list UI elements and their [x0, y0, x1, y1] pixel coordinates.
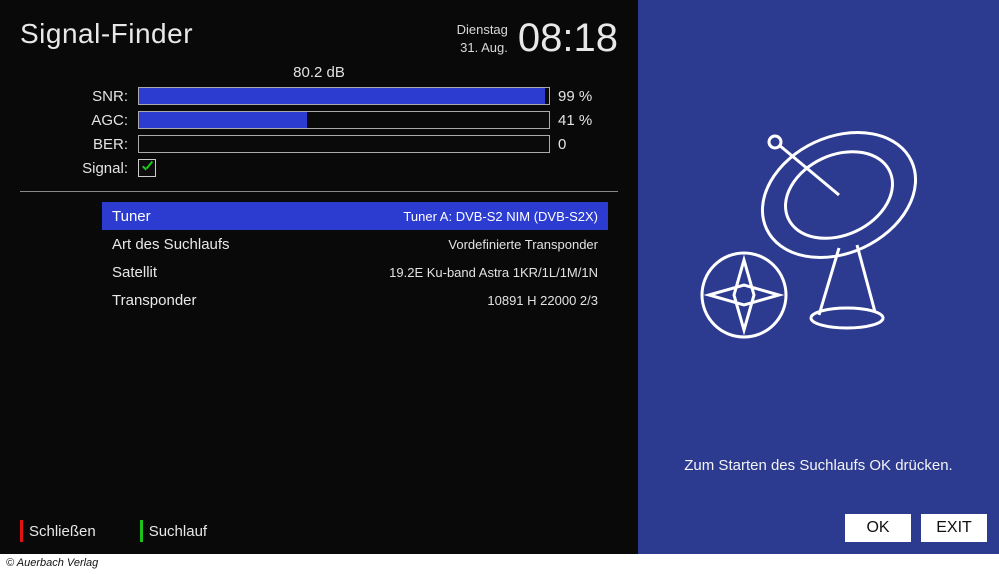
satellite-dish-icon	[638, 100, 999, 360]
setting-label: Transponder	[112, 292, 197, 309]
settings-list: Tuner Tuner A: DVB-S2 NIM (DVB-S2X) Art …	[102, 202, 608, 314]
signal-label: Signal:	[20, 160, 130, 177]
db-value: 80.2 dB	[20, 64, 618, 81]
red-key-icon	[20, 520, 23, 542]
hint-green-label: Suchlauf	[149, 523, 207, 540]
signal-ok-checkbox	[138, 159, 156, 177]
ber-label: BER:	[20, 136, 130, 153]
exit-button[interactable]: EXIT	[921, 514, 987, 542]
snr-meter: SNR: 99 %	[20, 87, 618, 105]
signal-finder-panel: Signal-Finder Dienstag 31. Aug. 08:18 80…	[0, 0, 638, 554]
date: 31. Aug.	[457, 39, 508, 57]
setting-value: Vordefinierte Transponder	[448, 237, 598, 252]
agc-fill	[139, 112, 307, 128]
snr-bar	[138, 87, 550, 105]
snr-label: SNR:	[20, 88, 130, 105]
setting-value: Tuner A: DVB-S2 NIM (DVB-S2X)	[403, 209, 598, 224]
ber-bar	[138, 135, 550, 153]
setting-row-transponder[interactable]: Transponder 10891 H 22000 2/3	[102, 286, 608, 314]
signal-meters: 80.2 dB SNR: 99 % AGC: 41 % BER: 0 Signa…	[20, 64, 618, 177]
hint-red-label: Schließen	[29, 523, 96, 540]
ber-meter: BER: 0	[20, 135, 618, 153]
instruction-text: Zum Starten des Suchlaufs OK drücken.	[638, 457, 999, 474]
page-title: Signal-Finder	[20, 18, 193, 50]
setting-value: 10891 H 22000 2/3	[487, 293, 598, 308]
copyright-footer: © Auerbach Verlag	[0, 554, 999, 574]
setting-label: Tuner	[112, 208, 151, 225]
setting-row-satellite[interactable]: Satellit 19.2E Ku-band Astra 1KR/1L/1M/1…	[102, 258, 608, 286]
weekday: Dienstag	[457, 21, 508, 39]
hint-green: Suchlauf	[140, 520, 207, 542]
snr-fill	[139, 88, 545, 104]
setting-label: Satellit	[112, 264, 157, 281]
setting-row-scan-type[interactable]: Art des Suchlaufs Vordefinierte Transpon…	[102, 230, 608, 258]
agc-bar	[138, 111, 550, 129]
divider	[20, 191, 618, 192]
setting-label: Art des Suchlaufs	[112, 236, 230, 253]
ok-button[interactable]: OK	[845, 514, 911, 542]
ber-value: 0	[558, 136, 618, 153]
agc-value: 41 %	[558, 112, 618, 129]
info-panel: Zum Starten des Suchlaufs OK drücken. OK…	[638, 0, 999, 554]
setting-value: 19.2E Ku-band Astra 1KR/1L/1M/1N	[389, 265, 598, 280]
snr-value: 99 %	[558, 88, 618, 105]
datetime: Dienstag 31. Aug. 08:18	[457, 18, 618, 58]
agc-label: AGC:	[20, 112, 130, 129]
hint-red: Schließen	[20, 520, 96, 542]
agc-meter: AGC: 41 %	[20, 111, 618, 129]
color-key-hints: Schließen Suchlauf	[20, 520, 207, 542]
clock: 08:18	[518, 18, 618, 58]
green-key-icon	[140, 520, 143, 542]
setting-row-tuner[interactable]: Tuner Tuner A: DVB-S2 NIM (DVB-S2X)	[102, 202, 608, 230]
